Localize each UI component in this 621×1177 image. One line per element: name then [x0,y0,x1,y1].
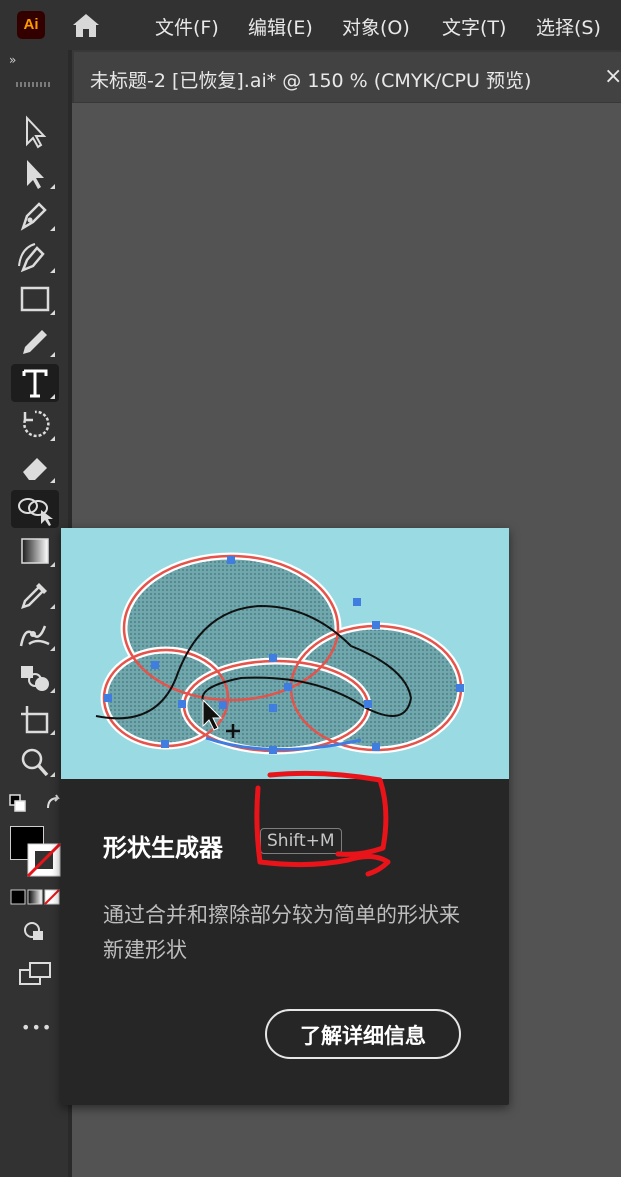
document-title: 未标题-2 [已恢复].ai* @ 150 % (CMYK/CPU 预览) [90,70,532,92]
menu-type[interactable]: 文字(T) [442,13,506,40]
shape-builder-tooltip: 形状生成器 Shift+M 通过合并和擦除部分较为简单的形状来新建形状 了解详细… [61,528,509,1105]
panel-grip[interactable] [16,82,50,87]
shape-builder-illustration [61,528,509,779]
merged-shapes-illustration [95,552,465,755]
direct-selection-icon [27,160,55,189]
shape-builder-tool[interactable] [11,490,59,528]
curvature-tool[interactable] [11,238,59,276]
shape-builder-icon [18,498,53,526]
pen-tool[interactable] [11,196,59,234]
eraser-tool[interactable] [11,448,59,486]
tooltip-title: 形状生成器 [103,834,223,862]
rectangle-tool[interactable] [11,280,59,318]
illustrator-logo: Ai [17,11,45,39]
default-colors-icon[interactable] [8,792,68,816]
eyedropper-tool[interactable] [11,574,59,612]
learn-more-button[interactable]: 了解详细信息 [265,1009,461,1059]
close-tab-icon[interactable]: × [604,64,621,89]
zoom-icon [21,748,55,777]
eraser-icon [23,458,55,483]
menu-file[interactable]: 文件(F) [155,13,219,40]
gradient-icon [21,538,55,567]
menu-edit[interactable]: 编辑(E) [248,13,313,40]
puppet-warp-icon [19,625,55,651]
pencil-icon [23,330,55,357]
stroke-swatch[interactable] [26,842,62,878]
gradient-tool[interactable] [11,532,59,570]
rotate-icon [23,410,55,441]
pen-icon [20,202,55,231]
eyedropper-icon [21,583,55,609]
shortcut-badge: Shift+M [260,828,342,854]
curvature-icon [18,243,55,273]
rectangle-icon [20,286,55,315]
tooltip-description: 通过合并和擦除部分较为简单的形状来新建形状 [103,903,460,962]
home-icon[interactable] [70,10,102,40]
zoom-tool[interactable] [11,742,59,780]
puppet-warp-tool[interactable] [11,616,59,654]
pencil-tool[interactable] [11,322,59,360]
direct-selection-tool[interactable] [11,154,59,192]
menu-bar: Ai 文件(F) 编辑(E) 对象(O) 文字(T) 选择(S) [0,0,621,50]
collapse-panel-icon[interactable]: » [9,53,16,67]
selection-icon [26,115,47,149]
type-icon [22,369,55,399]
selection-tool[interactable] [11,112,59,150]
type-tool[interactable] [11,364,59,402]
rotate-tool[interactable] [11,406,59,444]
color-mode-icons[interactable] [10,888,60,906]
artboard-icon [21,706,55,735]
screen-mode-icon[interactable] [18,960,54,988]
blend-icon [21,666,55,693]
more-tools-icon[interactable]: ••• [21,1018,52,1037]
menu-select[interactable]: 选择(S) [536,13,601,40]
blend-tool[interactable] [11,658,59,696]
artboard-tool[interactable] [11,700,59,738]
draw-mode-icon[interactable] [20,920,50,944]
menu-object[interactable]: 对象(O) [342,13,410,40]
